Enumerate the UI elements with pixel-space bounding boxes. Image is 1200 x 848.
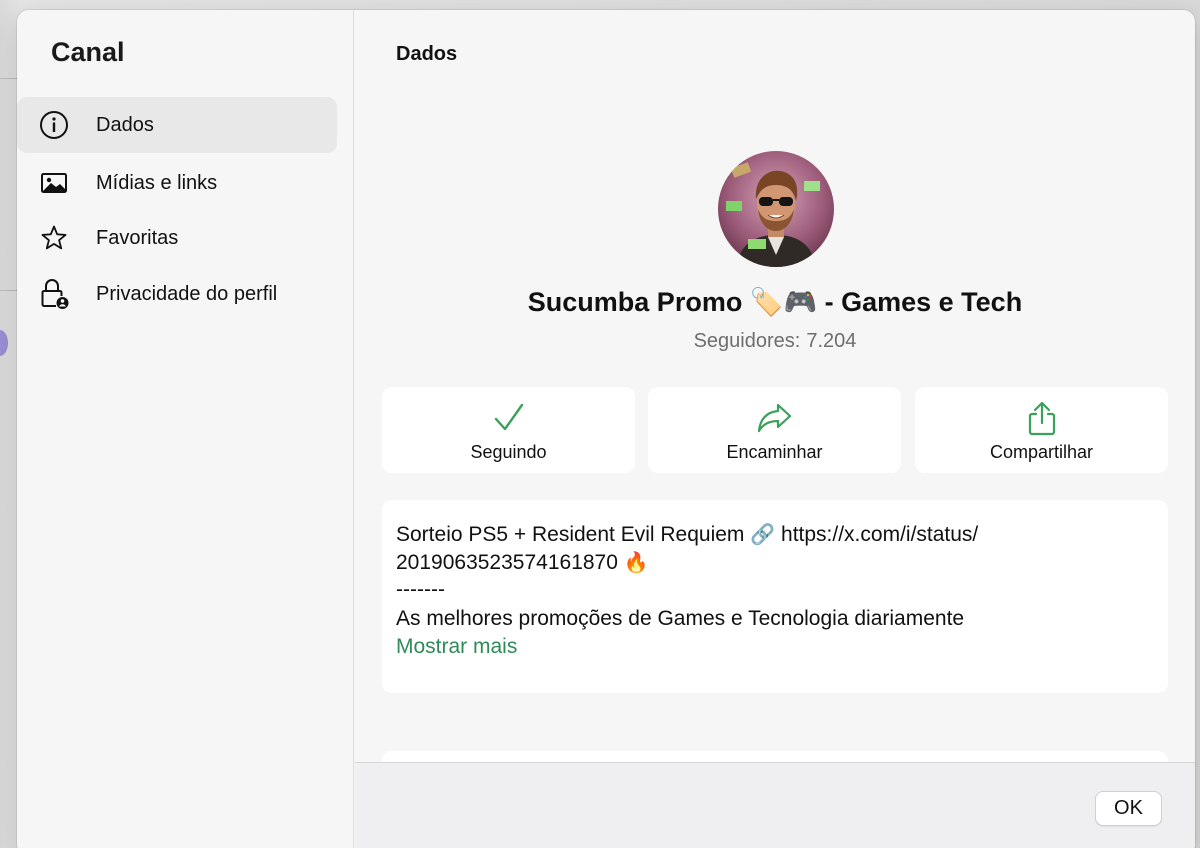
image-icon [39,168,69,198]
description-line: 2019063523574161870 🔥 [396,550,649,575]
sidebar: Canal Dados Mídias e links Favoritas Pri… [17,10,354,848]
sidebar-item-label: Favoritas [96,226,179,249]
share-label: Compartilhar [989,442,1094,462]
forward-label: Encaminhar [726,442,823,462]
channel-name-text: Sucumba Promo [527,287,743,317]
fire-emoji: 🔥 [623,550,649,574]
sidebar-item-label: Dados [96,113,154,136]
description-link-id[interactable]: 2019063523574161870 [396,551,618,574]
lock-person-icon [39,279,69,309]
sidebar-item-label: Privacidade do perfil [96,282,278,305]
sheet-footer: OK [355,762,1195,848]
forward-arrow-icon [648,401,901,437]
channel-name-suffix: - Games e Tech [824,287,1023,317]
description-link[interactable]: https://x.com/i/status/ [781,523,978,546]
sidebar-item-privacidade[interactable]: Privacidade do perfil [17,266,337,322]
sidebar-item-label: Mídias e links [96,171,218,194]
followers-label: Seguidores: [693,330,801,352]
sidebar-item-midias[interactable]: Mídias e links [17,155,337,211]
background-divider [0,78,18,79]
following-label: Seguindo [470,442,547,462]
description-text: Sorteio PS5 + Resident Evil Requiem [396,523,745,546]
background-avatar [0,330,8,356]
share-icon [915,401,1168,437]
sidebar-item-dados[interactable]: Dados [17,97,337,153]
sidebar-title: Canal [51,37,125,67]
forward-button[interactable]: Encaminhar [648,387,901,473]
main-panel: Dados Sucumba Promo 🏷️🎮 - Games e Tech S… [355,10,1195,848]
background-divider [0,290,18,291]
description-tagline: As melhores promoções de Games e Tecnolo… [396,607,965,630]
page-title: Dados [396,43,458,65]
share-button[interactable]: Compartilhar [915,387,1168,473]
followers-count: Seguidores: 7.204 [355,330,1195,353]
channel-description: Sorteio PS5 + Resident Evil Requiem 🔗 ht… [382,500,1168,693]
star-icon [39,223,69,253]
channel-name: Sucumba Promo 🏷️🎮 - Games e Tech [355,286,1195,318]
channel-avatar[interactable] [718,151,834,267]
ok-button[interactable]: OK [1095,791,1162,826]
followers-number: 7.204 [806,330,857,352]
description-separator: ------- [396,578,445,601]
channel-info-sheet: Canal Dados Mídias e links Favoritas Pri… [17,10,1195,848]
description-line: Sorteio PS5 + Resident Evil Requiem 🔗 ht… [396,522,978,547]
info-icon [39,110,69,140]
link-emoji: 🔗 [750,522,776,546]
sidebar-item-favoritas[interactable]: Favoritas [17,210,337,266]
following-button[interactable]: Seguindo [382,387,635,473]
channel-name-emoji: 🏷️🎮 [749,287,818,318]
check-icon [382,401,635,437]
show-more-link[interactable]: Mostrar mais [396,635,517,659]
